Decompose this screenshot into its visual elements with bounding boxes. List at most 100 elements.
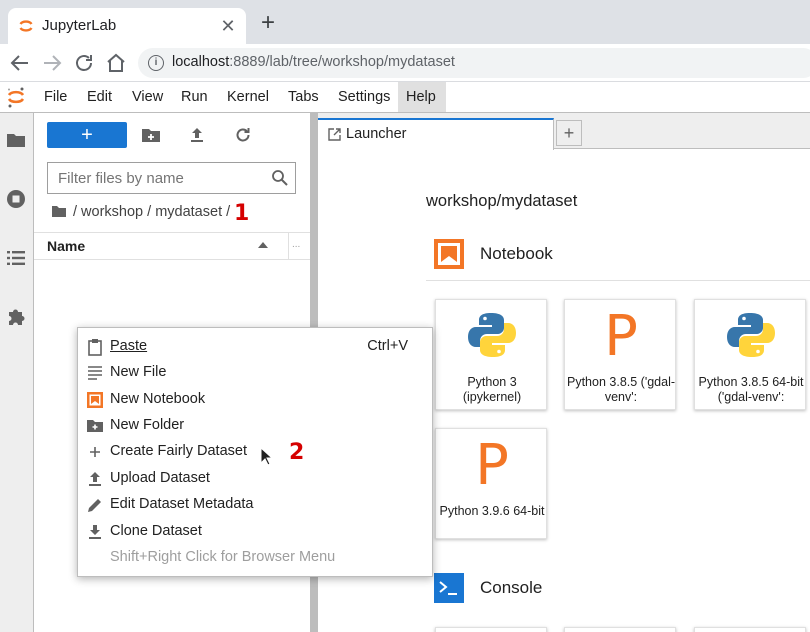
url-text[interactable]: localhost:8889/lab/tree/workshop/mydatas… xyxy=(172,54,455,70)
extension-icon[interactable] xyxy=(5,306,27,328)
console-section-title: Console xyxy=(480,578,543,597)
python-icon xyxy=(727,313,775,357)
menu-tabs[interactable]: Tabs xyxy=(280,82,327,112)
file-filter-box xyxy=(47,162,296,194)
kernel-card-python3[interactable]: Python 3 (ipykernel) xyxy=(435,299,547,410)
menu-item-label: Create Fairly Dataset xyxy=(110,443,247,459)
menu-item-edit-dataset-metadata[interactable]: Edit Dataset Metadata xyxy=(78,492,432,518)
plus-icon xyxy=(90,447,100,457)
console-card[interactable] xyxy=(694,627,806,632)
jupyter-logo-icon xyxy=(7,87,25,108)
menu-kernel[interactable]: Kernel xyxy=(219,82,277,112)
toc-icon[interactable] xyxy=(5,247,27,269)
home-folder-icon[interactable] xyxy=(51,204,67,218)
menu-view[interactable]: View xyxy=(124,82,171,112)
breadcrumb[interactable]: / workshop / mydataset / xyxy=(51,204,230,220)
p-letter-icon: P xyxy=(475,433,509,498)
more-columns[interactable]: ... xyxy=(292,239,300,250)
new-launcher-button[interactable]: + xyxy=(47,122,127,148)
menu-run[interactable]: Run xyxy=(173,82,216,112)
menu-item-paste[interactable]: Paste Ctrl+V xyxy=(78,334,432,360)
site-info-icon[interactable]: i xyxy=(148,55,164,71)
dock-tab-bar: Launcher + xyxy=(318,113,810,150)
forward-arrow-icon[interactable] xyxy=(40,51,64,75)
menu-item-create-fairly-dataset[interactable]: Create Fairly Dataset xyxy=(78,439,432,465)
console-section-header: Console xyxy=(434,573,810,607)
kernel-card-python396[interactable]: P Python 3.9.6 64-bit xyxy=(435,428,547,539)
upload-icon xyxy=(89,472,101,486)
menu-settings[interactable]: Settings xyxy=(330,82,398,112)
notebook-icon xyxy=(87,392,103,408)
kernel-card-python385-64bit[interactable]: Python 3.8.5 64-bit ('gdal-venv': xyxy=(694,299,806,410)
notebook-section-title: Notebook xyxy=(480,244,553,263)
column-divider xyxy=(288,233,289,260)
home-icon[interactable] xyxy=(104,51,128,75)
python-icon xyxy=(468,313,516,357)
menubar: File Edit View Run Kernel Tabs Settings … xyxy=(0,82,810,113)
menu-edit[interactable]: Edit xyxy=(79,82,120,112)
section-divider xyxy=(426,280,810,281)
menu-item-label: Clone Dataset xyxy=(110,523,202,539)
notebook-section-header: Notebook xyxy=(434,239,810,273)
menu-item-label: Shift+Right Click for Browser Menu xyxy=(110,549,336,565)
menu-item-shortcut: Ctrl+V xyxy=(367,338,408,354)
annotation-1: 1 xyxy=(234,201,250,226)
menu-item-label: New File xyxy=(110,364,167,380)
mouse-cursor-icon xyxy=(260,447,274,466)
address-bar: i localhost:8889/lab/tree/workshop/mydat… xyxy=(0,44,810,82)
kernel-card-label: Python 3 (ipykernel) xyxy=(462,375,522,404)
annotation-2: 2 xyxy=(289,440,305,465)
context-menu: Paste Ctrl+V New File New Notebook New F… xyxy=(77,327,433,577)
running-icon[interactable] xyxy=(5,188,27,210)
notebook-section-icon xyxy=(434,239,464,269)
upload-icon[interactable] xyxy=(186,124,208,146)
p-letter-icon: P xyxy=(604,304,638,369)
kernel-card-label: Python 3.9.6 64-bit xyxy=(439,504,545,518)
menu-item-new-notebook[interactable]: New Notebook xyxy=(78,387,432,413)
menu-help[interactable]: Help xyxy=(398,82,446,112)
new-folder-icon xyxy=(87,420,103,432)
browser-tab-strip: JupyterLab ✕ + xyxy=(0,0,810,44)
add-tab-button[interactable]: + xyxy=(556,120,582,146)
download-icon xyxy=(89,525,101,539)
reload-icon[interactable] xyxy=(72,51,96,75)
breadcrumb-path[interactable]: / workshop / mydataset / xyxy=(73,204,230,220)
menu-item-clone-dataset[interactable]: Clone Dataset xyxy=(78,519,432,545)
refresh-icon[interactable] xyxy=(232,124,254,146)
launcher-tab-icon xyxy=(328,128,341,141)
file-filter-input[interactable] xyxy=(58,164,268,192)
paste-icon xyxy=(88,339,102,356)
jupyter-favicon-icon xyxy=(19,20,33,32)
browser-tab-title: JupyterLab xyxy=(42,17,117,34)
close-icon[interactable]: ✕ xyxy=(218,16,238,36)
browser-tab-jupyterlab[interactable]: JupyterLab ✕ xyxy=(8,8,246,44)
name-column-header[interactable]: Name xyxy=(47,238,85,254)
menu-item-label: Paste xyxy=(110,338,148,354)
kernel-card-label: Python 3.8.5 ('gdal-venv': xyxy=(567,375,676,404)
new-tab-button[interactable]: + xyxy=(256,11,280,36)
back-arrow-icon[interactable] xyxy=(8,51,32,75)
menu-item-upload-dataset[interactable]: Upload Dataset xyxy=(78,466,432,492)
menu-item-label: Upload Dataset xyxy=(110,470,210,486)
tab-launcher[interactable]: Launcher xyxy=(318,118,554,150)
sort-ascending-icon[interactable] xyxy=(258,242,268,248)
kernel-card-python385-gdal[interactable]: P Python 3.8.5 ('gdal-venv': xyxy=(564,299,676,410)
menu-item-browser-menu-hint: Shift+Right Click for Browser Menu xyxy=(78,545,432,571)
console-card[interactable] xyxy=(435,627,547,632)
new-folder-icon[interactable] xyxy=(140,124,162,146)
menu-item-label: Edit Dataset Metadata xyxy=(110,496,254,512)
url-omnibox[interactable]: i localhost:8889/lab/tree/workshop/mydat… xyxy=(138,48,810,78)
console-card[interactable] xyxy=(564,627,676,632)
menu-item-label: New Notebook xyxy=(110,391,206,407)
file-list-header: Name ... xyxy=(34,232,310,260)
search-icon xyxy=(272,170,288,186)
menu-file[interactable]: File xyxy=(36,82,75,112)
menu-item-label: New Folder xyxy=(110,417,185,433)
folder-icon[interactable] xyxy=(5,129,27,151)
left-activity-bar xyxy=(0,113,34,632)
console-section-icon xyxy=(434,573,464,603)
pencil-icon xyxy=(88,499,101,512)
menu-item-new-file[interactable]: New File xyxy=(78,360,432,386)
text-file-icon xyxy=(88,366,102,380)
menu-item-new-folder[interactable]: New Folder xyxy=(78,413,432,439)
